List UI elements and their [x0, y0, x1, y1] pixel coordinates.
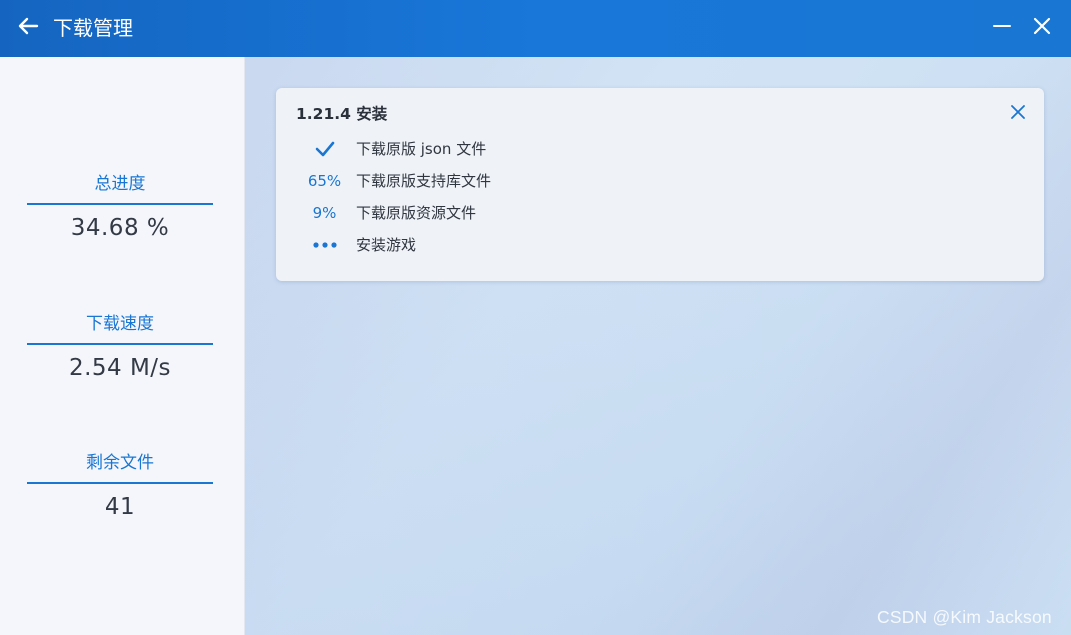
- window-title: 下载管理: [53, 16, 133, 40]
- stat-value: 34.68 %: [70, 215, 170, 241]
- step-label: 下载原版资源文件: [356, 204, 477, 222]
- more-dots-icon: [296, 232, 353, 258]
- title-bar: 下载管理: [0, 0, 1071, 57]
- close-window-button[interactable]: [1026, 12, 1058, 44]
- task-step: 安装游戏: [296, 232, 996, 258]
- step-progress-text: 9%: [312, 204, 337, 222]
- stats-sidebar: 总进度 34.68 % 下载速度 2.54 M/s 剩余文件 41: [0, 57, 245, 635]
- task-step: 9% 下载原版资源文件: [296, 200, 996, 226]
- main-content: 1.21.4 安装 下载原版 json 文件 65% 下载原版支持库文件 9% …: [245, 57, 1071, 635]
- task-step: 下载原版 json 文件: [296, 136, 996, 162]
- step-progress-text: 65%: [307, 172, 342, 190]
- task-title: 1.21.4 安装: [296, 105, 388, 123]
- stat-label: 剩余文件: [27, 452, 213, 484]
- stat-download-speed: 下载速度 2.54 M/s: [27, 313, 213, 383]
- checkmark-icon: [296, 136, 353, 162]
- back-button[interactable]: [12, 12, 44, 44]
- close-icon: [1010, 104, 1026, 124]
- stat-label: 下载速度: [27, 313, 213, 345]
- step-label: 下载原版 json 文件: [356, 140, 487, 158]
- stat-value: 2.54 M/s: [68, 355, 172, 381]
- close-icon: [1033, 17, 1051, 39]
- stat-value: 41: [104, 494, 136, 520]
- minimize-icon: [993, 17, 1011, 39]
- stat-total-progress: 总进度 34.68 %: [27, 173, 213, 243]
- cancel-task-button[interactable]: [1006, 102, 1030, 126]
- stat-label: 总进度: [27, 173, 213, 205]
- install-task-card: 1.21.4 安装 下载原版 json 文件 65% 下载原版支持库文件 9% …: [276, 88, 1044, 281]
- arrow-left-icon: [17, 17, 39, 39]
- step-label: 安装游戏: [356, 236, 417, 254]
- task-step: 65% 下载原版支持库文件: [296, 168, 996, 194]
- step-label: 下载原版支持库文件: [356, 172, 492, 190]
- minimize-button[interactable]: [986, 12, 1018, 44]
- stat-remaining-files: 剩余文件 41: [27, 452, 213, 522]
- watermark: CSDN @Kim Jackson: [877, 607, 1052, 627]
